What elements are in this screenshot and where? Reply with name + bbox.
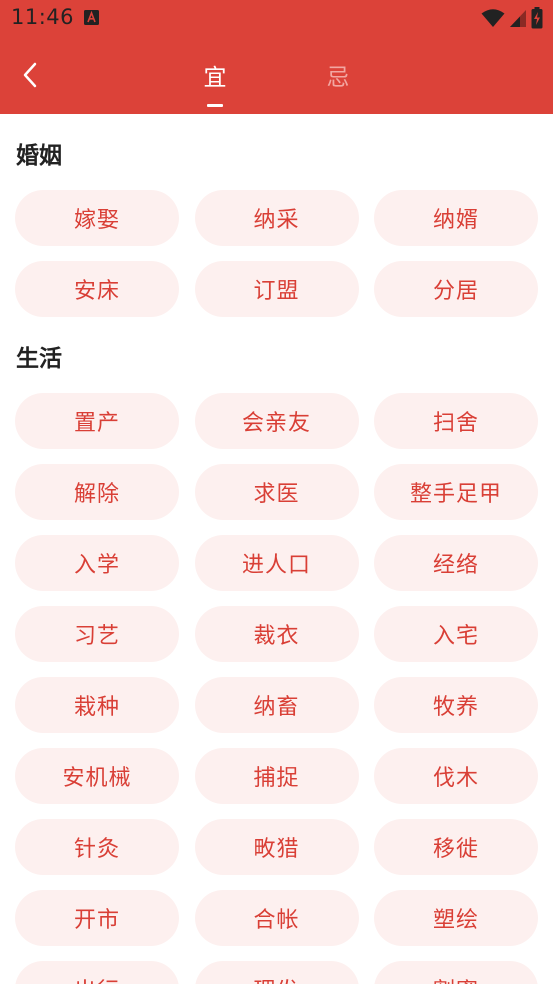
item-chip[interactable]: 求医 bbox=[194, 464, 359, 520]
battery-charging-icon bbox=[531, 7, 543, 29]
notification-a-icon bbox=[84, 10, 99, 25]
section-title-life: 生活 bbox=[16, 346, 62, 372]
app-header: 11:46 宜 忌 bbox=[0, 0, 553, 114]
tab-yi[interactable]: 宜 bbox=[198, 58, 232, 98]
status-icons bbox=[481, 7, 543, 29]
item-chip[interactable]: 移徙 bbox=[374, 819, 538, 875]
item-chip[interactable]: 解除 bbox=[15, 464, 179, 520]
cellular-signal-icon bbox=[510, 10, 526, 27]
tab-ji[interactable]: 忌 bbox=[321, 58, 355, 98]
item-chip[interactable]: 安机械 bbox=[15, 748, 179, 804]
item-chip[interactable]: 捕捉 bbox=[194, 748, 359, 804]
item-chip[interactable]: 纳畜 bbox=[194, 677, 359, 733]
item-chip[interactable]: 嫁娶 bbox=[15, 190, 179, 246]
item-chip[interactable]: 纳采 bbox=[194, 190, 359, 246]
item-chip[interactable]: 习艺 bbox=[15, 606, 179, 662]
item-chip[interactable]: 伐木 bbox=[374, 748, 538, 804]
content-list[interactable]: 婚姻 嫁娶 纳采 纳婿安床 订盟 分居 生活 置产 会亲友 扫舍解除 求医 整手足甲入学 进人口经… bbox=[0, 114, 553, 984]
back-button[interactable] bbox=[14, 58, 46, 92]
item-chip[interactable]: 订盟 bbox=[194, 261, 359, 317]
item-chip[interactable]: 塑绘 bbox=[374, 890, 538, 946]
wifi-icon bbox=[481, 9, 505, 27]
item-chip[interactable]: 经络 bbox=[374, 535, 538, 591]
item-chip[interactable]: 整手足甲 bbox=[374, 464, 538, 520]
active-tab-indicator bbox=[207, 104, 223, 107]
item-chip[interactable]: 置产 bbox=[15, 393, 179, 449]
item-chip[interactable]: 裁衣 bbox=[194, 606, 359, 662]
item-chip[interactable]: 合帐 bbox=[194, 890, 359, 946]
item-chip[interactable]: 开市 bbox=[15, 890, 179, 946]
status-bar: 11:46 bbox=[0, 0, 553, 38]
item-chip[interactable]: 出行 bbox=[15, 961, 179, 984]
item-chip[interactable]: 入学 bbox=[15, 535, 179, 591]
item-chip[interactable]: 扫舍 bbox=[374, 393, 538, 449]
app-screen: 11:46 宜 忌 婚姻 嫁娶 纳采 纳婿 安床 订盟 分居 生活 置产 会亲友… bbox=[0, 0, 553, 984]
item-chip[interactable]: 牧养 bbox=[374, 677, 538, 733]
item-chip[interactable]: 割蜜 bbox=[374, 961, 538, 984]
top-navigation: 宜 忌 bbox=[0, 38, 553, 114]
item-chip[interactable]: 进人口 bbox=[194, 535, 359, 591]
section-title-marriage: 婚姻 bbox=[16, 143, 62, 169]
item-chip[interactable]: 理发 bbox=[194, 961, 359, 984]
item-chip[interactable]: 针灸 bbox=[15, 819, 179, 875]
status-time: 11:46 bbox=[11, 5, 75, 29]
item-chip[interactable]: 入宅 bbox=[374, 606, 538, 662]
item-chip[interactable]: 纳婿 bbox=[374, 190, 538, 246]
chevron-left-icon bbox=[23, 62, 37, 88]
item-chip[interactable]: 畋猎 bbox=[194, 819, 359, 875]
item-chip[interactable]: 安床 bbox=[15, 261, 179, 317]
item-chip[interactable]: 会亲友 bbox=[194, 393, 359, 449]
item-chip[interactable]: 分居 bbox=[374, 261, 538, 317]
item-chip[interactable]: 栽种 bbox=[15, 677, 179, 733]
